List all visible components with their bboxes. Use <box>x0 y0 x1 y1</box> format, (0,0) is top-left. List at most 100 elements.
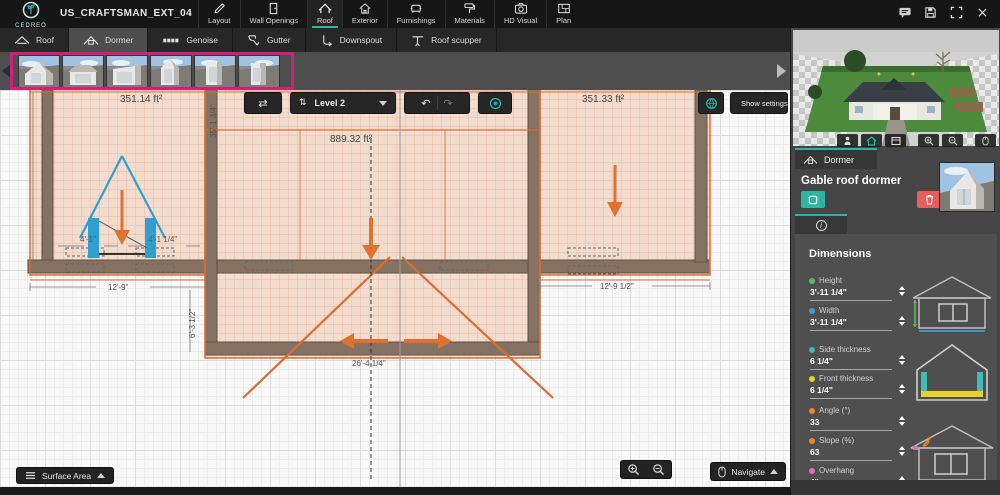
thumbnail-hip-roof-dormer[interactable] <box>62 55 104 88</box>
dim-center-left: 6'-3 1/2" <box>188 309 197 338</box>
plan-canvas[interactable]: 351.14 ft² 889.32 ft² 351.33 ft² 4'-1" 4… <box>0 90 790 487</box>
preview-zoom-in-button[interactable] <box>918 134 939 147</box>
roof-plane-left-wing[interactable] <box>30 90 205 275</box>
scroll-right-arrow[interactable] <box>777 64 786 78</box>
render-snapshot-button[interactable] <box>478 92 512 114</box>
blueprint-icon <box>557 2 571 15</box>
tab-label: HD Visual <box>504 16 537 25</box>
list-icon <box>25 471 36 480</box>
mouse-icon <box>718 466 726 478</box>
aerial-house-button[interactable] <box>861 134 882 147</box>
zoom-in-icon <box>924 136 934 146</box>
thumbnail-tall-gable-dormer[interactable] <box>150 55 192 88</box>
tab-exterior[interactable]: Exterior <box>342 0 387 28</box>
surface-area-button[interactable]: Surface Area <box>16 467 114 484</box>
genoise-icon <box>162 35 180 46</box>
save-icon[interactable] <box>923 5 938 20</box>
show-settings-button[interactable]: Show settings <box>730 92 788 114</box>
dormer-thumbnail-strip <box>0 52 790 90</box>
delete-dormer-button[interactable] <box>917 191 941 208</box>
preview-navigate-button[interactable] <box>975 134 996 147</box>
tool-label: Roof <box>36 35 54 45</box>
house-tree-icon <box>358 2 372 15</box>
slope-color-dot <box>809 438 815 444</box>
front-thickness-color-dot <box>809 376 815 382</box>
tool-downspout[interactable]: Downspout <box>306 28 398 52</box>
tool-roof-scupper[interactable]: Roof scupper <box>397 28 497 52</box>
area-label-left: 351.14 ft² <box>120 94 163 105</box>
cedreo-logo-text: CEDREO <box>8 23 54 29</box>
width-color-dot <box>809 308 815 314</box>
thumbnail-tall-flat-dormer[interactable] <box>194 55 236 88</box>
visibility-quick-button[interactable] <box>698 92 724 114</box>
tool-roof[interactable]: Roof <box>0 28 69 52</box>
height-stepper[interactable] <box>899 286 905 296</box>
level-selector[interactable]: ⇅ Level 2 <box>290 92 396 114</box>
field-height: Height 3'-11 1/4" <box>809 277 905 305</box>
cedreo-logo: CEDREO <box>8 1 54 28</box>
slope-input[interactable]: 63 <box>810 447 892 461</box>
front-thickness-input[interactable]: 6 1/4" <box>810 385 892 399</box>
thumbnail-shed-roof-dormer[interactable] <box>106 55 148 88</box>
tab-hd-visual[interactable]: HD Visual <box>494 0 546 28</box>
angle-input[interactable]: 33 <box>810 417 892 431</box>
dormer-type-thumbnail[interactable] <box>939 162 995 212</box>
tab-materials[interactable]: Materials <box>445 0 494 28</box>
close-icon[interactable]: × <box>975 5 990 20</box>
tool-dormer[interactable]: Dormer <box>69 28 148 52</box>
side-thickness-input[interactable]: 6 1/4" <box>810 356 892 370</box>
preview-zoom-out-button[interactable] <box>942 134 963 147</box>
side-thickness-stepper[interactable] <box>899 355 905 365</box>
feedback-icon[interactable] <box>897 5 912 20</box>
3d-preview-viewport[interactable] <box>793 30 999 146</box>
redo-button[interactable]: ↷ <box>444 98 453 109</box>
roof-ribbon: Roof Dormer Genoise Gutter Downspout Roo… <box>0 28 790 52</box>
thumbnail-gable-roof-dormer[interactable] <box>18 55 60 88</box>
tool-label: Genoise <box>186 35 218 45</box>
zoom-out-icon[interactable] <box>652 463 665 476</box>
width-stepper[interactable] <box>899 316 905 326</box>
tab-plan[interactable]: Plan <box>546 0 580 28</box>
info-icon: i <box>816 220 827 231</box>
roof-plane-right-wing[interactable] <box>540 90 710 275</box>
tool-genoise[interactable]: Genoise <box>148 28 233 52</box>
tab-dormer-panel[interactable]: Dormer <box>795 148 877 169</box>
fullscreen-icon[interactable] <box>949 5 964 20</box>
switch-view-button[interactable]: ⇄ <box>244 92 282 114</box>
diagram-thickness <box>909 342 995 409</box>
tab-dormer-info[interactable]: i <box>795 214 847 234</box>
swap-arrows-icon: ⇄ <box>258 98 267 109</box>
top-header: CEDREO US_CRAFTSMAN_EXT_04 Layout Wall O… <box>0 0 1000 28</box>
gutter-icon <box>247 34 261 47</box>
walkthrough-person-button[interactable] <box>837 134 858 147</box>
height-input[interactable]: 3'-11 1/4" <box>810 287 892 301</box>
tool-gutter[interactable]: Gutter <box>233 28 306 52</box>
tool-label: Dormer <box>105 35 133 45</box>
dormer-tab-label: Dormer <box>824 155 854 165</box>
slope-stepper[interactable] <box>899 446 905 456</box>
thumbnail-tall-flat-dormer-2[interactable] <box>238 55 280 88</box>
front-thickness-stepper[interactable] <box>899 384 905 394</box>
tab-label: Materials <box>455 16 485 25</box>
tab-roof[interactable]: Roof <box>307 0 342 28</box>
field-width: Width 3'-11 1/4" <box>809 307 905 335</box>
duplicate-dormer-button[interactable] <box>801 191 825 208</box>
scroll-left-arrow[interactable] <box>2 64 11 78</box>
field-label: Width <box>819 306 839 315</box>
paint-roller-icon <box>463 2 476 15</box>
tab-layout[interactable]: Layout <box>198 0 240 28</box>
height-color-dot <box>809 278 815 284</box>
house-icon <box>866 136 877 146</box>
dimensions-panel: Dimensions Height 3'-11 1/4" Width 3'-11… <box>795 234 997 480</box>
side-thickness-color-dot <box>809 347 815 353</box>
field-label: Overhang <box>819 466 854 475</box>
tab-furnishings[interactable]: Furnishings <box>387 0 445 28</box>
width-input[interactable]: 3'-11 1/4" <box>810 317 892 331</box>
undo-button[interactable]: ↶ <box>421 98 430 109</box>
field-angle: Angle (°) 33 <box>809 407 905 435</box>
plan-card-button[interactable] <box>885 134 906 147</box>
angle-stepper[interactable] <box>899 416 905 426</box>
tab-wall-openings[interactable]: Wall Openings <box>240 0 308 28</box>
zoom-in-icon[interactable] <box>627 463 640 476</box>
navigate-button[interactable]: Navigate <box>710 462 786 481</box>
